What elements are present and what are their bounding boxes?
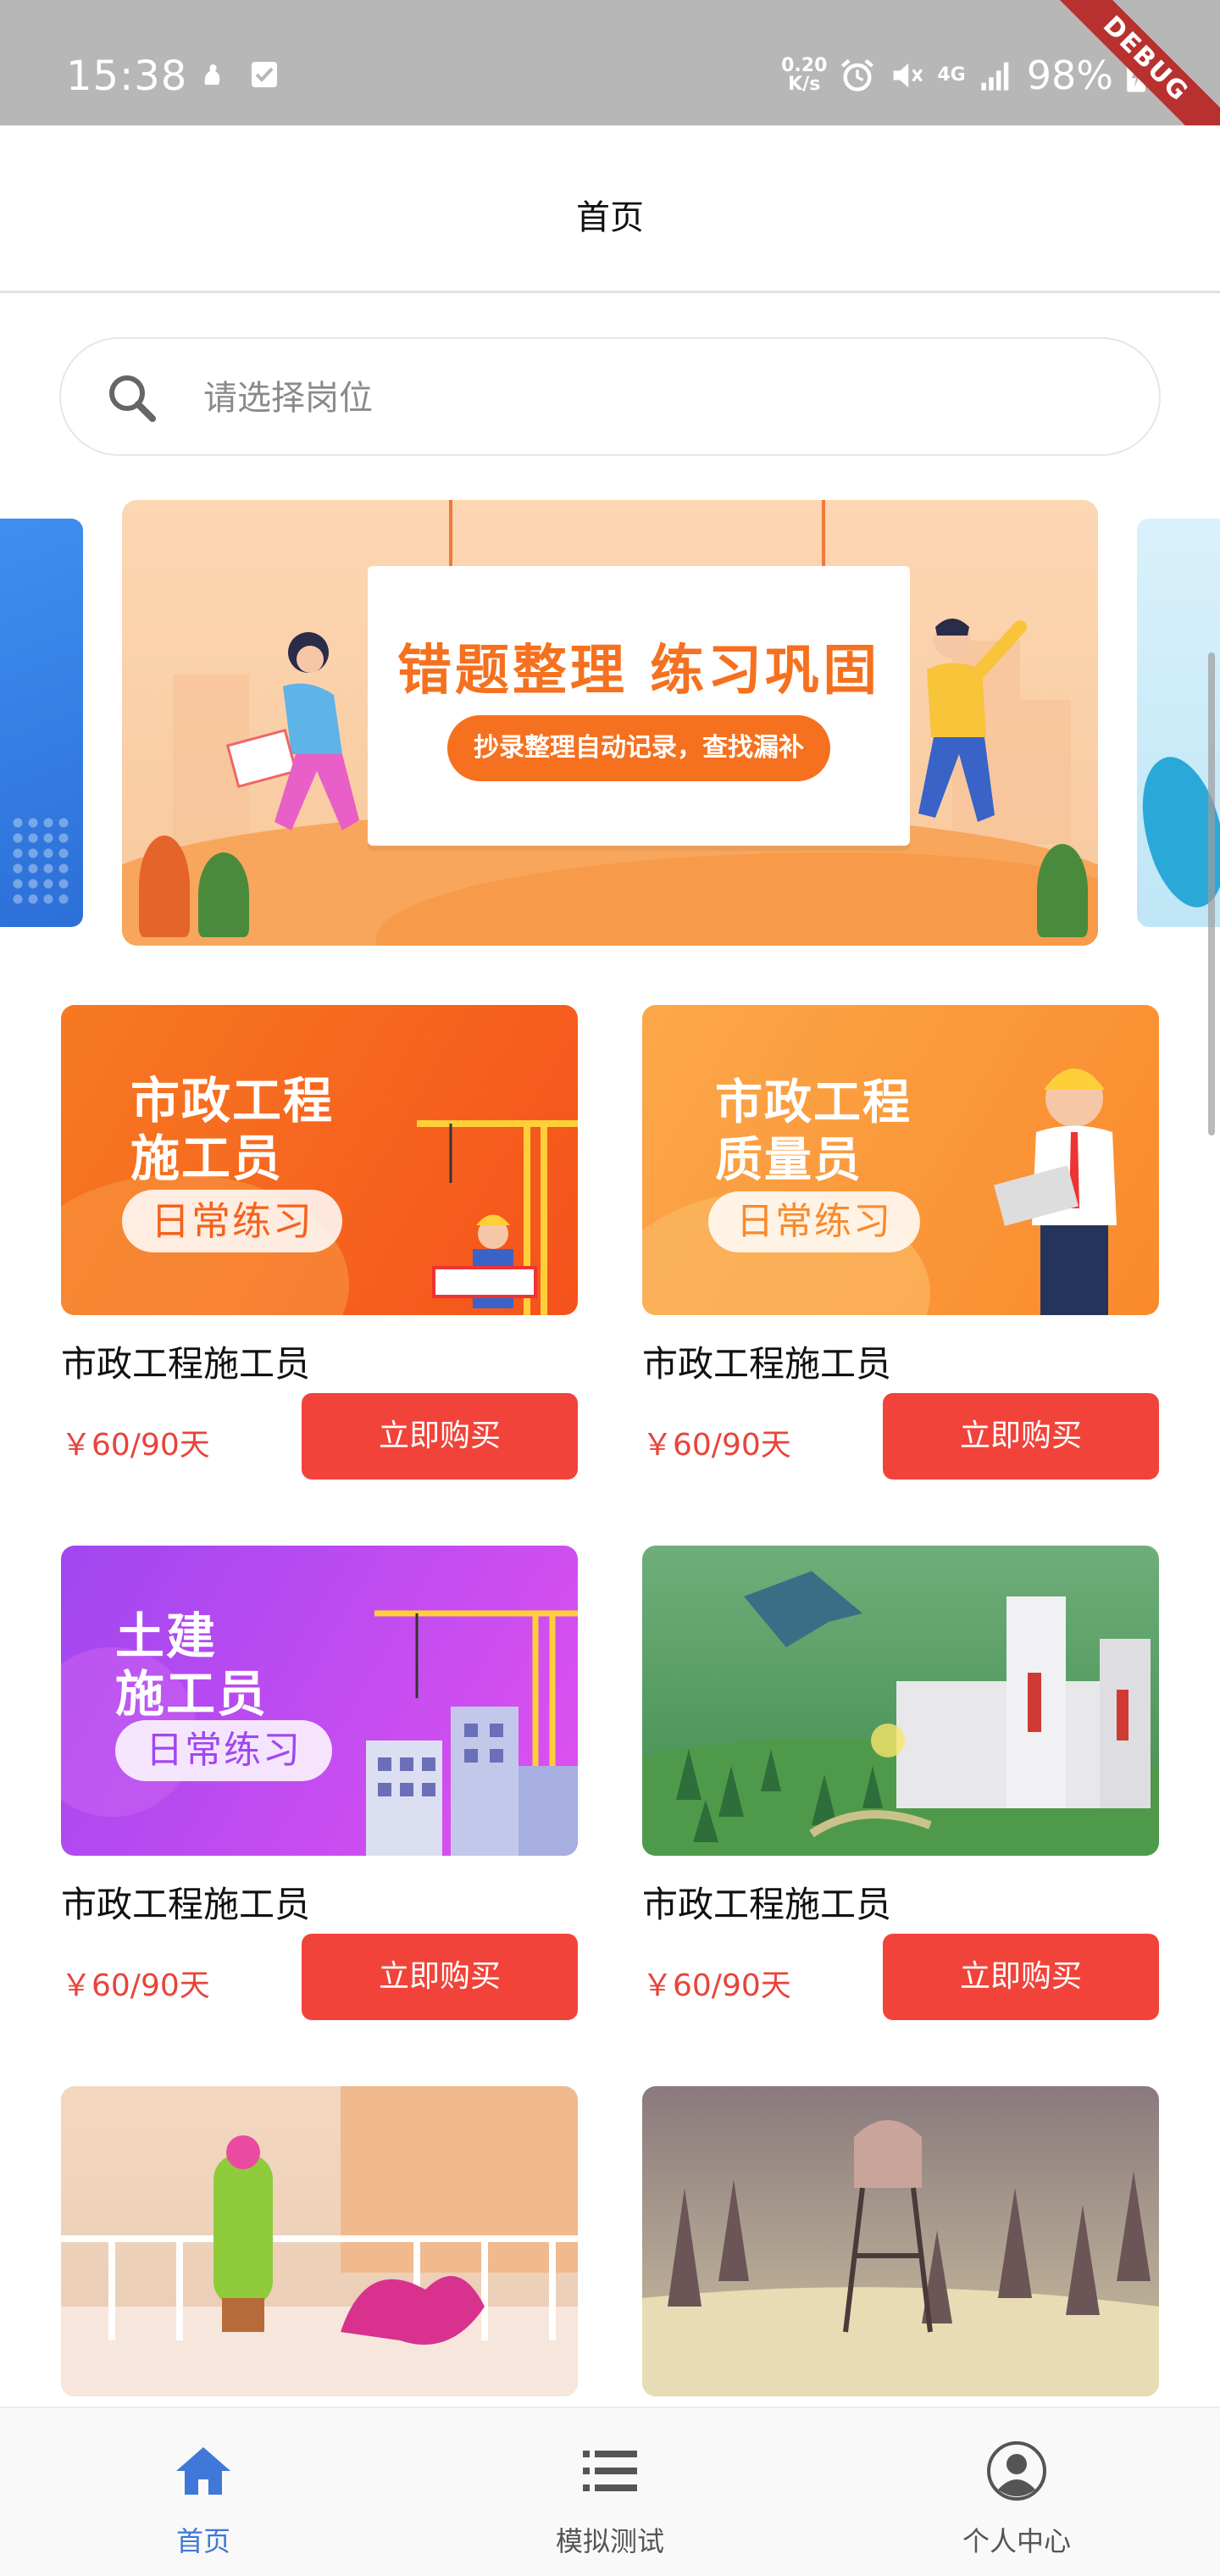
status-time: 15:38: [66, 53, 188, 100]
banner-subline: 抄录整理自动记录，查找漏补: [447, 715, 830, 781]
battery-percent: 98%: [1026, 53, 1113, 98]
product-title: 市政工程施工员: [642, 1343, 892, 1385]
product-title: 市政工程施工员: [642, 1884, 892, 1925]
mute-icon: [893, 63, 923, 88]
app-header: 首页: [0, 125, 1220, 293]
checkbox-icon: [252, 62, 277, 87]
product-price: ￥60/90天: [61, 1968, 210, 2003]
bottom-navigation: 首页 模拟测试 个人中心: [0, 2407, 1220, 2576]
product-image[interactable]: [642, 2086, 1159, 2396]
product-image[interactable]: [642, 1546, 1159, 1856]
banner-slide-previous[interactable]: [0, 519, 83, 927]
buy-now-button[interactable]: 立即购买: [883, 1934, 1159, 2020]
student-illustration: [918, 619, 1027, 822]
buy-now-button[interactable]: 立即购买: [883, 1393, 1159, 1480]
user-icon: [987, 2441, 1046, 2501]
product-image[interactable]: 市政工程 质量员 日常练习: [642, 1005, 1159, 1315]
nav-item-home[interactable]: 首页: [76, 2408, 330, 2576]
alarm-icon: [841, 58, 874, 92]
student-illustration: [225, 632, 359, 830]
water-tower-illustration: [642, 2120, 1159, 2396]
notification-icon: [204, 64, 220, 85]
search-icon: [109, 375, 156, 422]
plant-decoration: [198, 852, 249, 937]
net-speed: 0.20 K/s: [781, 55, 828, 95]
city-crane-illustration: [366, 1610, 578, 1856]
banner-board: 错题整理 练习巩固 抄录整理自动记录，查找漏补: [368, 566, 910, 846]
search-input[interactable]: [203, 373, 1118, 424]
product-image[interactable]: 土建 施工员 日常练习: [61, 1546, 578, 1856]
search-box[interactable]: [59, 337, 1161, 456]
signal-icon: [981, 62, 1009, 91]
product-title: 市政工程施工员: [61, 1884, 311, 1925]
home-icon: [176, 2447, 230, 2495]
nav-item-profile[interactable]: 个人中心: [890, 2408, 1144, 2576]
buy-now-button[interactable]: 立即购买: [302, 1393, 578, 1480]
buy-now-button[interactable]: 立即购买: [302, 1934, 578, 2020]
product-image[interactable]: [61, 2086, 578, 2396]
nav-label-home: 首页: [175, 2525, 230, 2557]
castle-dragon-illustration: [642, 1571, 1159, 1856]
product-image[interactable]: 市政工程 施工员 日常练习: [61, 1005, 578, 1315]
crane-illustration: [417, 1120, 578, 1315]
banner-headline: 错题整理 练习巩固: [396, 640, 881, 702]
banner-slide-current[interactable]: 错题整理 练习巩固 抄录整理自动记录，查找漏补: [122, 500, 1098, 946]
product-title: 市政工程施工员: [61, 1343, 311, 1385]
nav-label-profile: 个人中心: [962, 2525, 1071, 2557]
nav-label-mock-test: 模拟测试: [555, 2525, 664, 2557]
product-price: ￥60/90天: [642, 1968, 791, 2003]
engineer-illustration: [994, 1069, 1117, 1315]
nav-item-mock-test[interactable]: 模拟测试: [483, 2408, 737, 2576]
plant-decoration: [139, 836, 190, 937]
scroll-indicator: [1208, 652, 1215, 1135]
dots-pattern: [10, 815, 69, 908]
product-price: ￥60/90天: [61, 1428, 210, 1463]
status-bar: 15:38 0.20 K/s 4G 98% DEBUG: [0, 0, 1220, 163]
product-price: ￥60/90天: [642, 1428, 791, 1463]
list-icon: [583, 2451, 637, 2491]
page-title: 首页: [576, 198, 644, 237]
cactus-illustration: [61, 2086, 578, 2396]
network-type: 4G: [937, 64, 966, 86]
plant-decoration: [1037, 844, 1088, 937]
